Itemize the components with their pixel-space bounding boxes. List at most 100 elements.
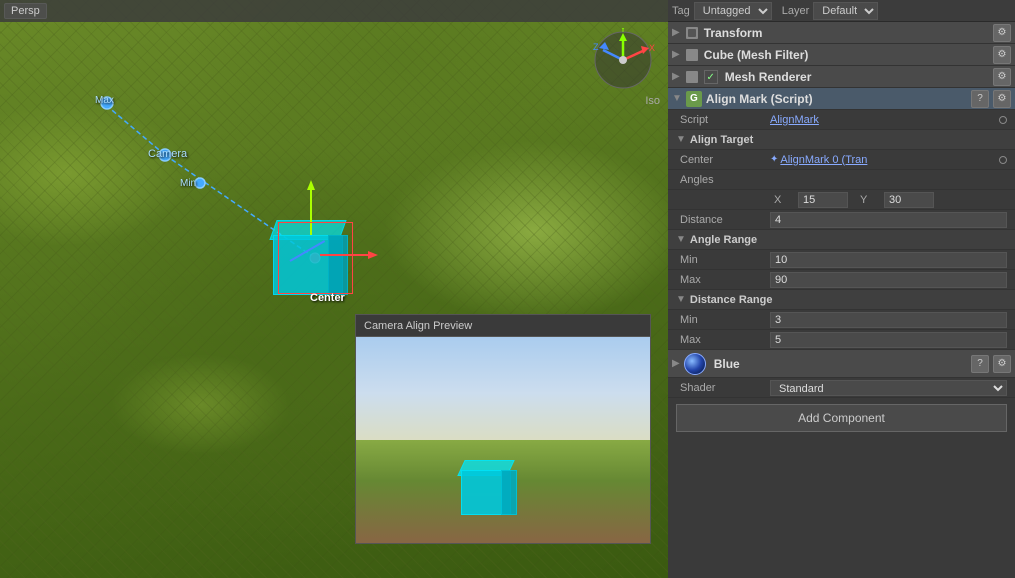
max-label: Max (95, 95, 114, 106)
mesh-filter-icon (684, 47, 700, 63)
layer-label: Layer (782, 5, 810, 17)
script-label: Script (680, 114, 770, 126)
layer-dropdown[interactable]: Default (813, 2, 878, 20)
align-mark-icon: G (686, 91, 702, 107)
angles-field-row: Angles (668, 170, 1015, 190)
min-label: Min (180, 178, 196, 189)
angle-y-label: Y (860, 194, 880, 206)
svg-text:Y: Y (620, 28, 626, 34)
distance-range-min-label: Min (680, 314, 770, 326)
material-settings-btn[interactable]: ⚙ (993, 355, 1011, 373)
preview-sky (356, 337, 650, 450)
angle-range-arrow: ▼ (676, 234, 686, 245)
tag-layer-bar: Tag Untagged Layer Default (668, 0, 1015, 22)
scene-view[interactable]: Persp Iso Y X Z (0, 0, 668, 578)
preview-window: Camera Align Preview (355, 314, 651, 544)
inspector-panel: Tag Untagged Layer Default ▶ Transform ⚙… (668, 0, 1015, 578)
script-value[interactable]: AlignMark (770, 114, 819, 126)
angle-range-min-row: Min (668, 250, 1015, 270)
align-target-header[interactable]: ▼ Align Target (668, 130, 1015, 150)
align-mark-settings-btn[interactable]: ⚙ (993, 90, 1011, 108)
angles-label: Angles (680, 174, 770, 186)
align-mark-section: Script AlignMark ▼ Align Target Center ✦… (668, 110, 1015, 350)
angle-x-input[interactable] (798, 192, 848, 208)
distance-range-max-label: Max (680, 334, 770, 346)
center-field-label: Center (680, 154, 770, 166)
transform-component-header[interactable]: ▶ Transform ⚙ (668, 22, 1015, 44)
preview-cube (461, 460, 516, 515)
mesh-renderer-collapse-arrow: ▶ (672, 71, 680, 82)
script-circle-indicator[interactable] (999, 116, 1007, 124)
angle-y-input[interactable] (884, 192, 934, 208)
center-field-row: Center ✦ AlignMark 0 (Tran (668, 150, 1015, 170)
shader-row: Shader Standard (668, 378, 1015, 398)
angle-range-max-input[interactable] (770, 272, 1007, 288)
preview-title: Camera Align Preview (364, 320, 472, 332)
iso-label: Iso (645, 95, 660, 107)
angle-range-title: Angle Range (690, 234, 757, 246)
material-sphere (684, 353, 706, 375)
cube-selection-box (278, 222, 353, 294)
inspector-scroll[interactable]: ▶ Transform ⚙ ▶ Cube (Mesh Filter) ⚙ ▶ ✓ (668, 22, 1015, 578)
distance-range-max-row: Max (668, 330, 1015, 350)
center-label: Center (310, 292, 345, 304)
mesh-filter-name: Cube (Mesh Filter) (704, 48, 989, 62)
distance-range-max-input[interactable] (770, 332, 1007, 348)
transform-arrow-x (368, 251, 378, 259)
svg-text:X: X (649, 43, 655, 53)
angle-x-label: X (774, 194, 794, 206)
scene-gizmo: Y X Z (591, 28, 656, 93)
align-mark-name: Align Mark (Script) (706, 92, 967, 106)
align-target-title: Align Target (690, 134, 753, 146)
center-field-value[interactable]: AlignMark 0 (Tran (780, 154, 999, 166)
distance-range-min-input[interactable] (770, 312, 1007, 328)
angle-range-header[interactable]: ▼ Angle Range (668, 230, 1015, 250)
material-name: Blue (714, 357, 967, 371)
material-collapse-arrow: ▶ (672, 358, 680, 369)
center-circle-indicator[interactable] (999, 156, 1007, 164)
svg-text:Z: Z (593, 42, 599, 52)
transform-collapse-arrow: ▶ (672, 27, 680, 38)
align-mark-collapse-arrow: ▼ (672, 93, 682, 104)
center-type-icon: ✦ (770, 154, 778, 165)
mesh-renderer-icon (684, 69, 700, 85)
distance-range-header[interactable]: ▼ Distance Range (668, 290, 1015, 310)
transform-settings-btn[interactable]: ⚙ (993, 24, 1011, 42)
mesh-filter-component-header[interactable]: ▶ Cube (Mesh Filter) ⚙ (668, 44, 1015, 66)
align-target-arrow: ▼ (676, 134, 686, 145)
preview-titlebar: Camera Align Preview (356, 315, 650, 337)
mesh-renderer-enabled-checkbox[interactable]: ✓ (704, 70, 718, 84)
shader-dropdown[interactable]: Standard (770, 380, 1007, 396)
angle-range-min-input[interactable] (770, 252, 1007, 268)
material-header[interactable]: ▶ Blue ? ⚙ (668, 350, 1015, 378)
mesh-filter-collapse-arrow: ▶ (672, 49, 680, 60)
distance-range-arrow: ▼ (676, 294, 686, 305)
tag-dropdown[interactable]: Untagged (694, 2, 772, 20)
transform-name: Transform (704, 26, 989, 40)
mesh-renderer-component-header[interactable]: ▶ ✓ Mesh Renderer ⚙ (668, 66, 1015, 88)
transform-arrow-y (307, 180, 315, 190)
camera-label: Camera (148, 148, 187, 160)
mesh-renderer-name: Mesh Renderer (725, 70, 989, 84)
distance-field-row: Distance (668, 210, 1015, 230)
angle-range-min-label: Min (680, 254, 770, 266)
distance-range-min-row: Min (668, 310, 1015, 330)
preview-content (356, 337, 650, 543)
transform-icon (684, 25, 700, 41)
scene-toolbar: Persp (0, 0, 668, 22)
align-mark-component-header[interactable]: ▼ G Align Mark (Script) ? ⚙ (668, 88, 1015, 110)
shader-label: Shader (680, 382, 770, 394)
mesh-filter-settings-btn[interactable]: ⚙ (993, 46, 1011, 64)
tag-label: Tag (672, 5, 690, 17)
mesh-renderer-settings-btn[interactable]: ⚙ (993, 68, 1011, 86)
add-component-label: Add Component (798, 411, 885, 425)
distance-input[interactable] (770, 212, 1007, 228)
angle-range-max-row: Max (668, 270, 1015, 290)
persp-button[interactable]: Persp (4, 3, 47, 19)
align-mark-doc-btn[interactable]: ? (971, 90, 989, 108)
angles-xy-row: X Y (668, 190, 1015, 210)
add-component-button[interactable]: Add Component (676, 404, 1007, 432)
material-doc-btn[interactable]: ? (971, 355, 989, 373)
angle-range-max-label: Max (680, 274, 770, 286)
script-row: Script AlignMark (668, 110, 1015, 130)
